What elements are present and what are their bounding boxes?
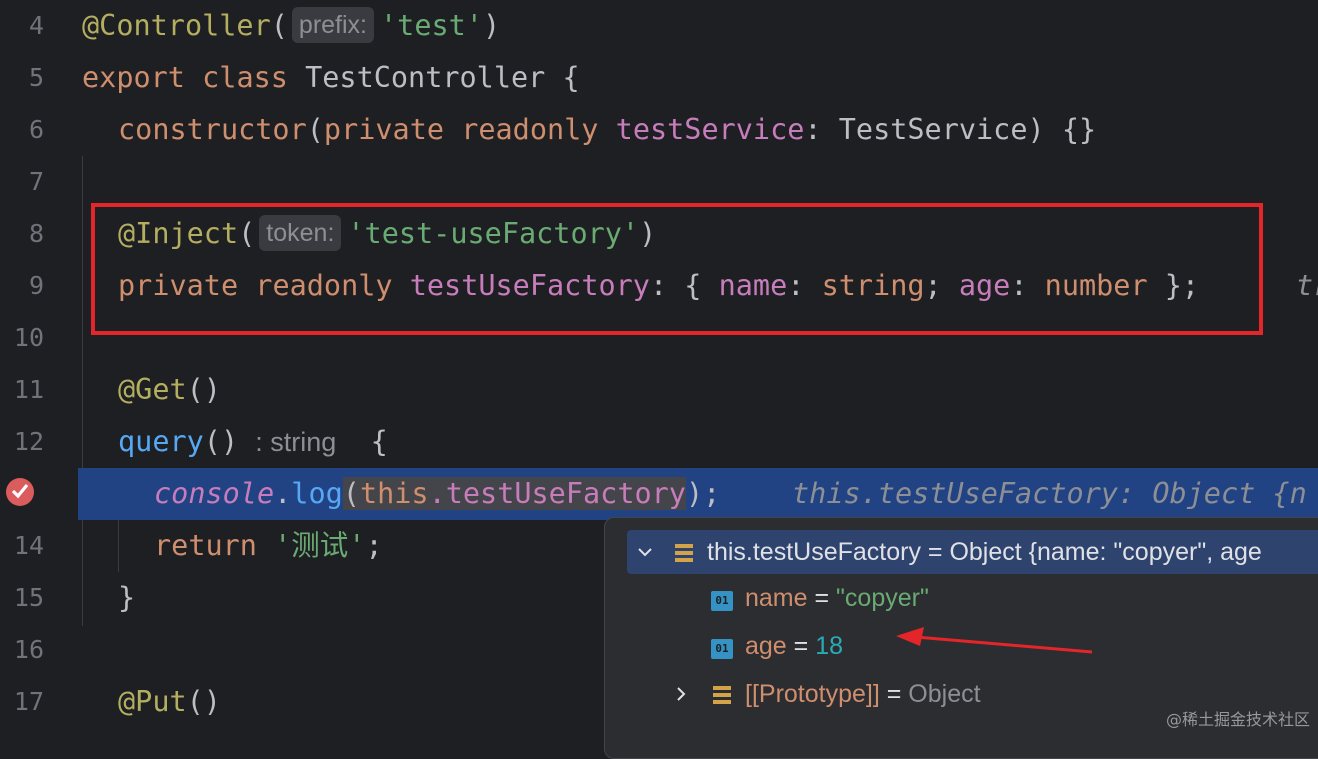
- line-number: 5: [28, 63, 44, 92]
- decorator: @Inject: [118, 217, 239, 250]
- code-line-6[interactable]: constructor(private readonly testService…: [78, 104, 1318, 156]
- line-number: 4: [28, 11, 44, 40]
- line-number: 17: [13, 687, 44, 716]
- object-icon: [675, 544, 693, 562]
- inline-hint-cut: tr: [1296, 269, 1318, 302]
- code-line-12[interactable]: query() : string {: [78, 416, 1318, 468]
- inline-debug-value: this.testUseFactory: Object {n: [792, 477, 1307, 510]
- line-number: 6: [28, 115, 44, 144]
- line-number-gutter: 4 5 6 7 8 9 10 11 12 13 14 15 16 17: [0, 0, 78, 738]
- decorator: @Get: [118, 373, 187, 406]
- line-number: 8: [28, 219, 44, 248]
- decorator: @Put: [118, 685, 187, 718]
- debug-root-node[interactable]: this.testUseFactory = Object {name: "cop…: [627, 530, 1318, 574]
- code-line-5[interactable]: export class TestController {: [78, 52, 1318, 104]
- line-number: 14: [13, 531, 44, 560]
- code-line-8[interactable]: @Inject(token:'test-useFactory'): [78, 208, 1318, 260]
- line-number: 10: [13, 323, 44, 352]
- watermark: @稀土掘金技术社区: [1165, 710, 1310, 729]
- line-number: 9: [28, 271, 44, 300]
- debug-root-value: Object {name: "copyer", age: [949, 538, 1262, 566]
- line-number: 12: [13, 427, 44, 456]
- code-line-4[interactable]: @Controller(prefix:'test'): [78, 0, 1318, 52]
- return-type-hint: : string: [255, 427, 337, 457]
- field-icon: 01: [711, 639, 733, 659]
- decorator: @Controller: [82, 9, 271, 42]
- line-number: 15: [13, 583, 44, 612]
- line-number: 16: [13, 635, 44, 664]
- object-icon: [713, 686, 731, 704]
- code-line-11[interactable]: @Get(): [78, 364, 1318, 416]
- line-number: 11: [13, 375, 44, 404]
- field-icon: 01: [711, 591, 733, 611]
- chevron-right-icon[interactable]: [671, 684, 691, 704]
- parameter-hint: prefix:: [291, 7, 375, 43]
- class-name: TestController: [305, 61, 546, 94]
- chevron-down-icon[interactable]: [635, 542, 655, 562]
- code-line-13-execution-point[interactable]: console.log(this.testUseFactory); this.te…: [78, 468, 1318, 520]
- code-line-9[interactable]: private readonly testUseFactory: { name:…: [78, 260, 1318, 312]
- debug-root-name: this.testUseFactory: [707, 538, 921, 566]
- line-number: 7: [28, 167, 44, 196]
- method-name: query: [118, 425, 204, 458]
- breakpoint-hit-icon[interactable]: [6, 478, 34, 506]
- red-arrow-annotation: [896, 627, 1093, 654]
- parameter-hint: token:: [259, 215, 342, 251]
